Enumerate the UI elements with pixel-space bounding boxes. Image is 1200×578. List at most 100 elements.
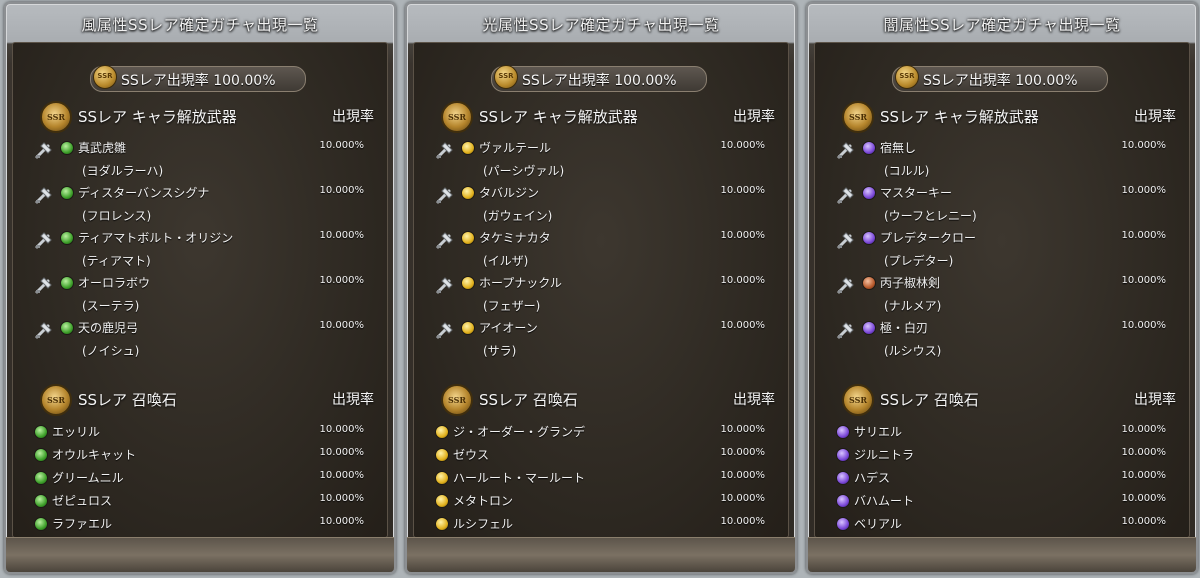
summon-row[interactable]: ゼウス 10.000% (435, 445, 765, 467)
weapon-name: マスターキー (880, 186, 953, 200)
weapon-row[interactable]: 丙子椒林剣 10.000% (836, 273, 1166, 295)
summon-rate: 10.000% (319, 447, 365, 458)
weapon-row[interactable]: ヴァルテール 10.000% (435, 138, 765, 160)
summon-name: ゼウス (453, 448, 490, 462)
weapon-icon (435, 320, 455, 340)
weapon-row[interactable]: アイオーン 10.000% (435, 318, 765, 340)
summon-row[interactable]: バハムート 10.000% (836, 491, 1166, 513)
summon-row[interactable]: サリエル 10.000% (836, 422, 1166, 444)
dark-element-icon (836, 448, 850, 462)
summon-row[interactable]: ルシフェル 10.000% (435, 514, 765, 536)
weapon-rate: 10.000% (720, 275, 766, 286)
summons-heading: SSR SSレア 召喚石 出現率 (40, 384, 374, 417)
weapon-character: (ナルメア) (884, 299, 942, 313)
summon-rate: 10.000% (720, 424, 766, 435)
summon-name: エッリル (52, 425, 101, 439)
ssr-coin-text: SSR (498, 72, 514, 80)
weapon-rate: 10.000% (319, 320, 365, 331)
ssr-badge-text: SSR (447, 112, 467, 122)
weapon-row[interactable]: タバルジン 10.000% (435, 183, 765, 205)
rate-column-header: 出現率 (733, 109, 775, 125)
summon-row[interactable]: ゼピュロス 10.000% (34, 491, 364, 513)
weapon-character: (フロレンス) (82, 209, 152, 223)
panel-footer (407, 537, 795, 572)
summon-rate: 10.000% (1121, 470, 1167, 481)
summons-heading: SSR SSレア 召喚石 出現率 (842, 384, 1176, 417)
summon-row[interactable]: ジルニトラ 10.000% (836, 445, 1166, 467)
weapon-row[interactable]: 真武虎雛 10.000% (34, 138, 364, 160)
weapons-heading: SSR SSレア キャラ解放武器 出現率 (441, 101, 775, 134)
weapon-row[interactable]: ディスターバンスシグナ 10.000% (34, 183, 364, 205)
summon-row[interactable]: ハールート・マールート 10.000% (435, 468, 765, 490)
weapon-rate: 10.000% (720, 320, 766, 331)
wind-element-icon (34, 448, 48, 462)
summon-name: サリエル (854, 425, 903, 439)
summon-rate: 10.000% (720, 447, 766, 458)
weapon-icon (435, 185, 455, 205)
summon-row[interactable]: メタトロン 10.000% (435, 491, 765, 513)
weapon-row[interactable]: プレデタークロー 10.000% (836, 228, 1166, 250)
weapons-heading-label: SSレア キャラ解放武器 (880, 108, 1039, 126)
summon-row[interactable]: ジ・オーダー・グランデ 10.000% (435, 422, 765, 444)
dark-element-icon (862, 231, 876, 245)
summon-row[interactable]: エッリル 10.000% (34, 422, 364, 444)
summon-name: ハールート・マールート (453, 471, 586, 485)
weapon-row[interactable]: ホープナックル 10.000% (435, 273, 765, 295)
summon-rate: 10.000% (1121, 447, 1167, 458)
ssr-coin-icon: SSR (93, 65, 117, 89)
ssr-badge-text: SSR (447, 395, 467, 405)
weapon-name: タバルジン (479, 186, 540, 200)
weapons-heading: SSR SSレア キャラ解放武器 出現率 (842, 101, 1176, 134)
dark-element-icon (836, 471, 850, 485)
weapon-name: アイオーン (479, 321, 538, 335)
weapon-row[interactable]: ティアマトボルト・オリジン 10.000% (34, 228, 364, 250)
summon-name: ジルニトラ (854, 448, 915, 462)
weapon-character: (コルル) (884, 164, 930, 178)
light-element-icon (461, 231, 475, 245)
summon-name: メタトロン (453, 494, 514, 508)
summon-row[interactable]: ベリアル 10.000% (836, 514, 1166, 536)
weapon-icon (836, 275, 856, 295)
summon-name: ベリアル (854, 517, 902, 531)
weapon-row[interactable]: 宿無し 10.000% (836, 138, 1166, 160)
summon-row[interactable]: ラファエル 10.000% (34, 514, 364, 536)
summon-name: ルシフェル (453, 517, 514, 531)
weapon-row[interactable]: 極・白刃 10.000% (836, 318, 1166, 340)
ssr-badge-icon: SSR (441, 101, 473, 133)
summon-row[interactable]: グリームニル 10.000% (34, 468, 364, 490)
weapon-name: プレデタークロー (880, 231, 977, 245)
gacha-panel-dark: 闇属性SSレア確定ガチャ出現一覧 SSR SSレア出現率 100.00% SSR SSレ… (806, 2, 1198, 574)
summon-rate: 10.000% (319, 516, 365, 527)
weapon-name: 真武虎雛 (78, 141, 127, 155)
weapon-icon (34, 275, 54, 295)
weapon-icon (34, 230, 54, 250)
weapon-row[interactable]: マスターキー 10.000% (836, 183, 1166, 205)
light-element-icon (435, 425, 449, 439)
summon-row[interactable]: ハデス 10.000% (836, 468, 1166, 490)
rate-column-header: 出現率 (733, 392, 775, 408)
summon-name: バハムート (854, 494, 915, 508)
weapon-icon (836, 140, 856, 160)
summon-row[interactable]: オウルキャット 10.000% (34, 445, 364, 467)
weapon-name: ヴァルテール (479, 141, 552, 155)
ssr-rate-bar: SSR SSレア出現率 100.00% (491, 65, 707, 92)
weapon-rate: 10.000% (319, 275, 365, 286)
weapon-row[interactable]: オーロラボウ 10.000% (34, 273, 364, 295)
light-element-icon (461, 276, 475, 290)
weapon-character: (ルシウス) (884, 344, 942, 358)
summon-rate: 10.000% (319, 424, 365, 435)
weapon-row[interactable]: タケミナカタ 10.000% (435, 228, 765, 250)
summon-name: グリームニル (52, 471, 124, 485)
wind-element-icon (60, 231, 74, 245)
ssr-badge-text: SSR (46, 395, 66, 405)
rate-column-header: 出現率 (332, 392, 374, 408)
ssr-rate-text: SSレア出現率 100.00% (923, 73, 1078, 89)
weapon-character: (プレデター) (884, 254, 954, 268)
weapon-name: 宿無し (880, 141, 917, 155)
summon-name: ジ・オーダー・グランデ (453, 425, 586, 439)
weapon-name: 丙子椒林剣 (880, 276, 941, 290)
weapon-icon (34, 140, 54, 160)
weapon-row[interactable]: 天の鹿児弓 10.000% (34, 318, 364, 340)
gacha-panel-light: 光属性SSレア確定ガチャ出現一覧 SSR SSレア出現率 100.00% SSR SSレ… (405, 2, 797, 574)
summons-heading-label: SSレア 召喚石 (880, 391, 979, 409)
